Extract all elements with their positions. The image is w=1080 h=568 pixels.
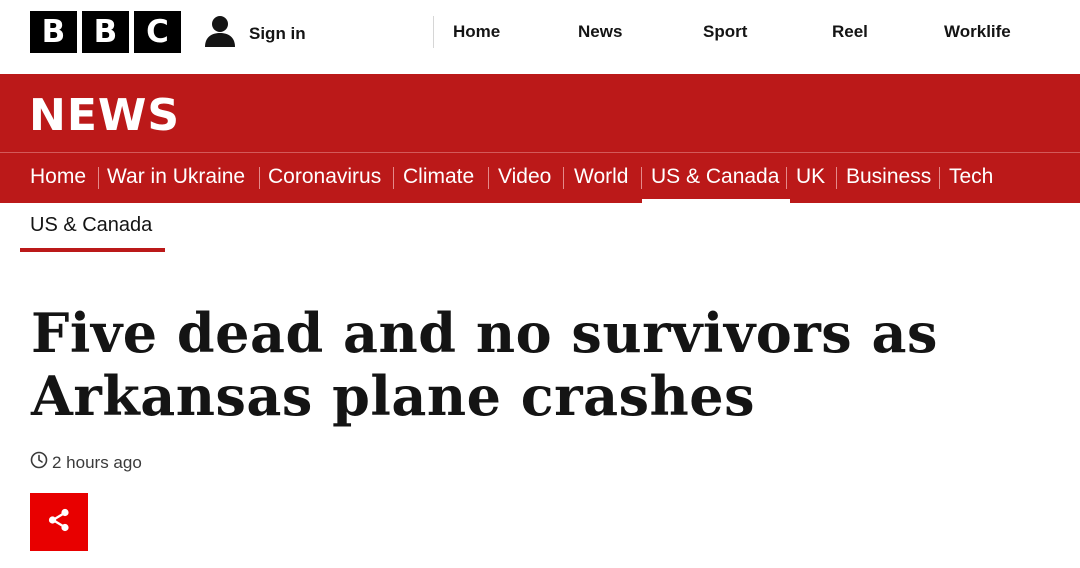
news-title[interactable]: NEWS xyxy=(29,90,180,141)
sign-in-link[interactable]: Sign in xyxy=(203,14,306,53)
bbc-logo-letter: B xyxy=(82,11,129,53)
top-nav-reel[interactable]: Reel xyxy=(832,16,868,48)
nav-item-home[interactable]: Home xyxy=(30,153,86,203)
nav-item-coronavirus[interactable]: Coronavirus xyxy=(268,153,381,203)
top-nav-sport[interactable]: Sport xyxy=(703,16,747,48)
top-nav: Home News Sport Reel Worklife xyxy=(433,16,1011,48)
top-nav-worklife[interactable]: Worklife xyxy=(944,16,1011,48)
user-icon xyxy=(203,14,237,53)
main-nav: Home War in Ukraine Coronavirus Climate … xyxy=(0,153,1080,203)
clock-icon xyxy=(30,451,48,474)
nav-item-uk[interactable]: UK xyxy=(796,153,825,203)
news-header: NEWS Home War in Ukraine Coronavirus Cli… xyxy=(0,74,1080,203)
global-header: B B C Sign in Home News Sport Reel Workl… xyxy=(0,0,1080,74)
nav-item-video[interactable]: Video xyxy=(498,153,551,203)
timestamp-text: 2 hours ago xyxy=(52,452,142,472)
nav-item-world[interactable]: World xyxy=(574,153,628,203)
nav-separator xyxy=(939,167,940,189)
nav-item-tech[interactable]: Tech xyxy=(949,153,993,203)
nav-separator xyxy=(488,167,489,189)
nav-separator xyxy=(259,167,260,189)
top-nav-home[interactable]: Home xyxy=(453,16,500,48)
section-nav-active-indicator xyxy=(20,248,165,252)
headline-line-1: Five dead and no survivors as xyxy=(31,301,938,365)
bbc-logo-letter: B xyxy=(30,11,77,53)
nav-separator xyxy=(641,167,642,189)
share-button[interactable] xyxy=(30,493,88,551)
article-headline: Five dead and no survivors as Arkansas p… xyxy=(31,302,1031,428)
bbc-logo-letter: C xyxy=(134,11,181,53)
nav-item-us-canada[interactable]: US & Canada xyxy=(641,153,791,203)
nav-separator xyxy=(98,167,99,189)
nav-separator xyxy=(563,167,564,189)
nav-item-climate[interactable]: Climate xyxy=(403,153,474,203)
share-icon xyxy=(46,507,72,538)
headline-line-2: Arkansas plane crashes xyxy=(31,364,756,428)
nav-separator xyxy=(786,167,787,189)
top-nav-news[interactable]: News xyxy=(578,16,622,48)
nav-item-war-in-ukraine[interactable]: War in Ukraine xyxy=(107,153,245,203)
article-timestamp: 2 hours ago xyxy=(30,451,142,474)
sign-in-label: Sign in xyxy=(249,23,306,43)
nav-separator xyxy=(836,167,837,189)
bbc-logo[interactable]: B B C xyxy=(30,11,181,53)
nav-separator xyxy=(393,167,394,189)
nav-item-business[interactable]: Business xyxy=(846,153,931,203)
section-nav-us-canada[interactable]: US & Canada xyxy=(30,214,152,237)
